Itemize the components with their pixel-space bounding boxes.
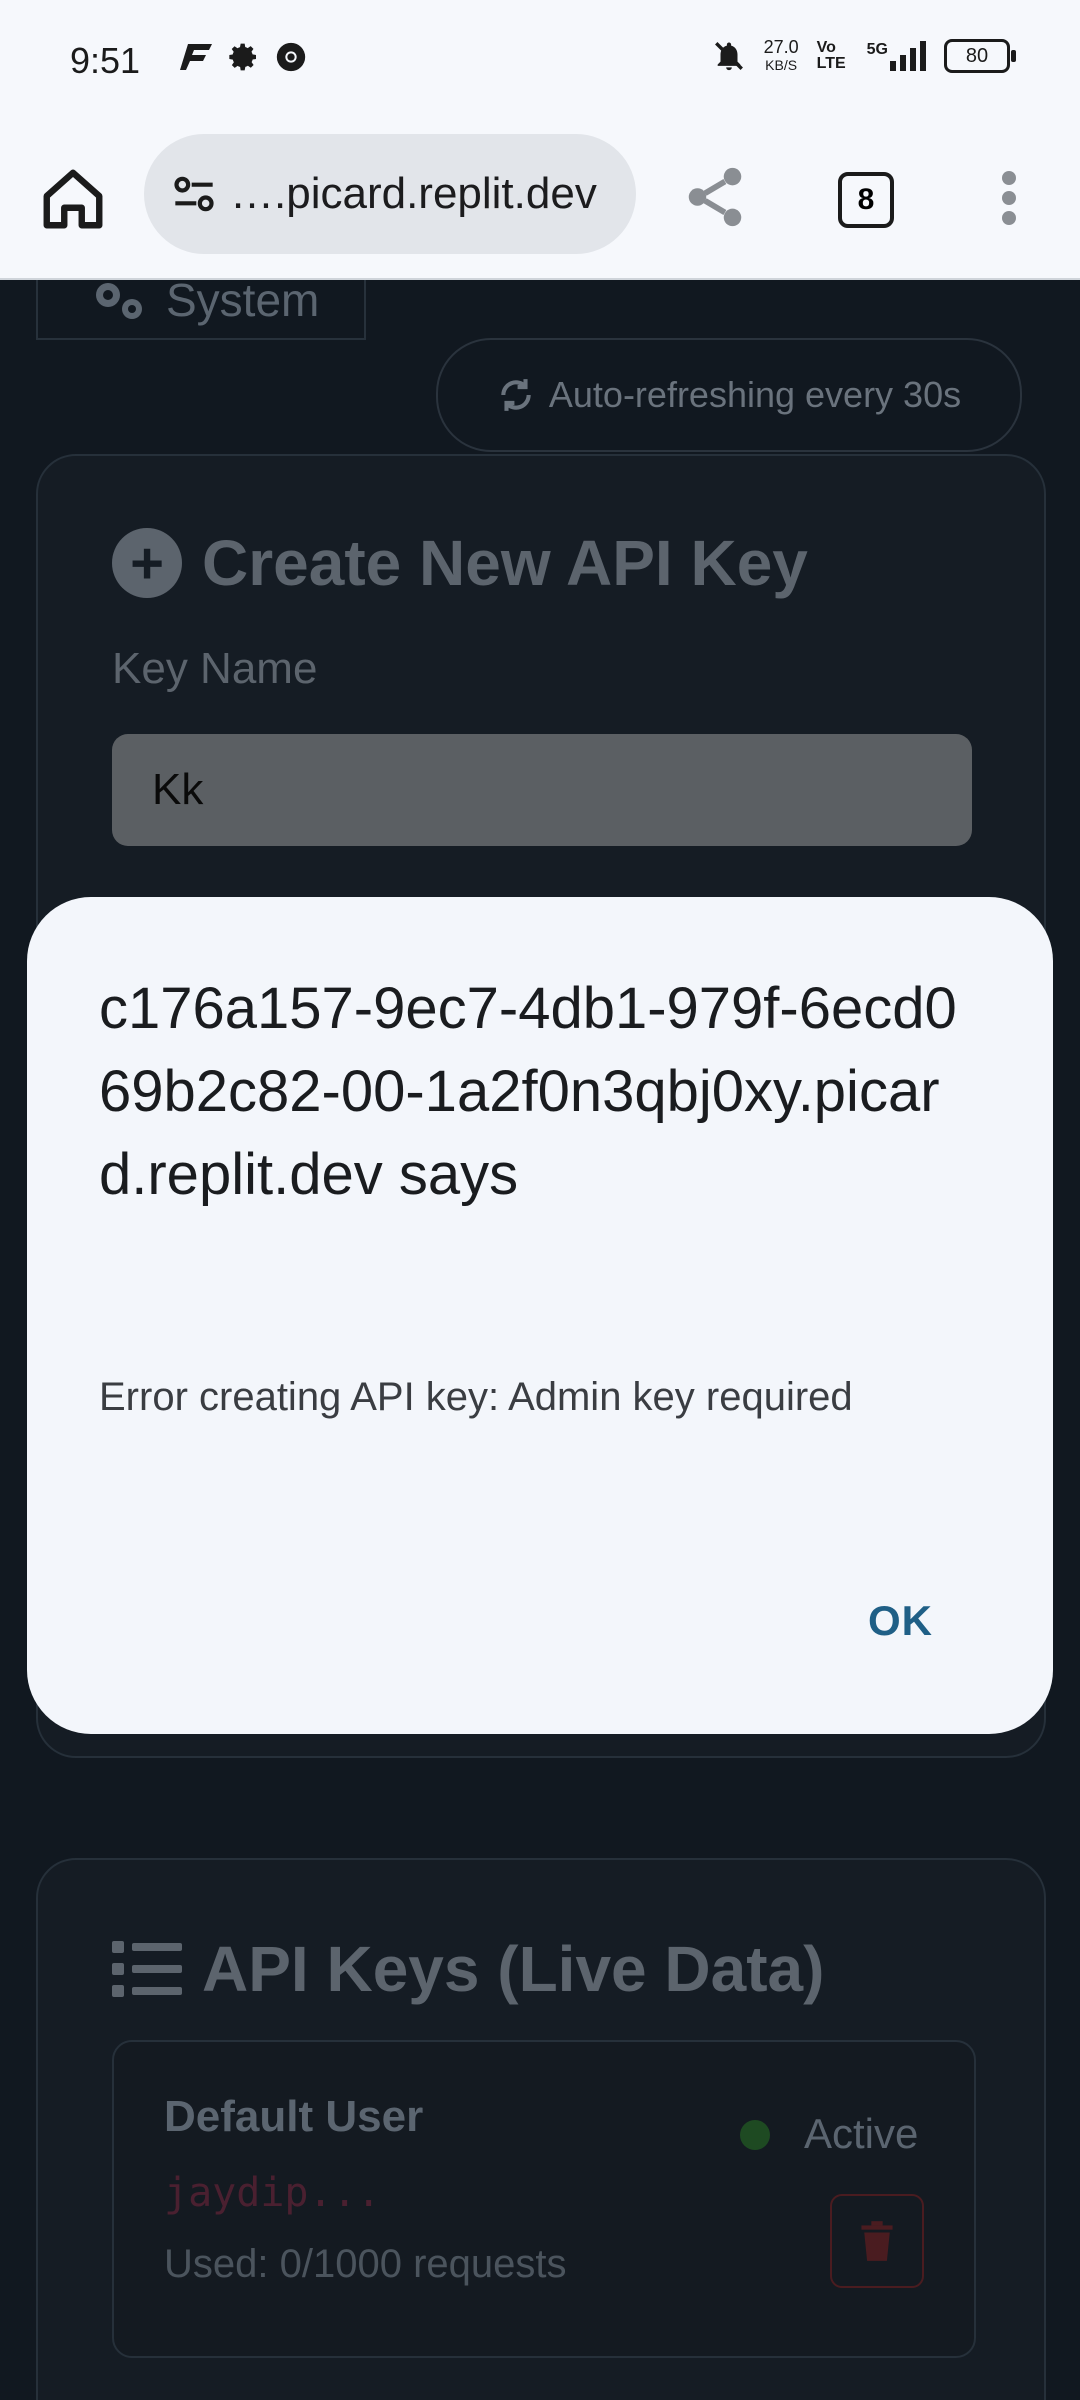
list-item: Default User jaydip... Used: 0/1000 requ… <box>112 2040 976 2358</box>
status-badge: Active <box>804 2110 919 2157</box>
status-bar: 9:51 27.0 KB/S Vo LTE 5G 80 <box>0 0 1080 128</box>
signal-bars-icon <box>890 41 926 71</box>
status-app-icons <box>180 40 308 74</box>
browser-toolbar: ….picard.replit.dev 8 <box>0 128 1080 280</box>
site-settings-icon[interactable] <box>166 166 222 222</box>
status-dot-icon <box>740 2120 770 2150</box>
key-usage: Used: 0/1000 requests <box>164 2242 567 2286</box>
api-keys-title: API Keys (Live Data) <box>112 1932 824 2006</box>
net-speed-value: 27.0 <box>763 37 799 57</box>
dialog-title: c176a157-9ec7-4db1-979f-6ecd069b2c82-00-… <box>99 976 957 1207</box>
delete-key-button[interactable] <box>830 2194 924 2288</box>
create-key-title: + Create New API Key <box>112 526 808 600</box>
chrome-icon <box>276 42 306 72</box>
gear-icon <box>229 43 256 71</box>
key-name-input[interactable]: Kk <box>112 734 972 846</box>
address-bar[interactable]: ….picard.replit.dev <box>144 134 636 254</box>
app-f-icon <box>180 44 212 70</box>
volte-indicator: Vo LTE <box>816 39 846 72</box>
status-time: 9:51 <box>70 40 141 81</box>
tab-switcher-button[interactable]: 8 <box>838 172 894 228</box>
url-text[interactable]: ….picard.replit.dev <box>230 169 610 219</box>
more-options-icon[interactable] <box>994 168 1024 228</box>
home-icon[interactable] <box>38 164 108 234</box>
key-user-name: Default User <box>164 2092 424 2141</box>
tab-system[interactable]: System <box>36 280 366 340</box>
refresh-icon <box>501 379 531 411</box>
plus-circle-icon: + <box>112 528 182 598</box>
share-icon[interactable] <box>680 162 750 232</box>
list-icon <box>112 1941 182 1997</box>
alert-dialog: c176a157-9ec7-4db1-979f-6ecd069b2c82-00-… <box>27 897 1053 1734</box>
auto-refresh-label: Auto-refreshing every 30s <box>548 374 962 415</box>
battery-icon: 80 <box>944 39 1016 73</box>
key-preview: jaydip... <box>164 2170 381 2216</box>
bell-muted-icon <box>714 42 743 71</box>
network-type: 5G <box>866 41 888 58</box>
create-key-title-text: Create New API Key <box>202 527 808 599</box>
trash-icon <box>861 2221 893 2261</box>
network-speed: 27.0 KB/S <box>764 38 799 74</box>
api-keys-card: API Keys (Live Data) Default User jaydip… <box>36 1858 1046 2400</box>
net-speed-unit: KB/S <box>765 57 798 73</box>
ok-button[interactable]: OK <box>848 1587 953 1655</box>
auto-refresh-indicator: Auto-refreshing every 30s <box>436 338 1022 452</box>
gears-icon <box>96 283 142 319</box>
signal-indicator: 5G <box>867 41 926 71</box>
dialog-message: Error creating API key: Admin key requir… <box>99 1375 853 1419</box>
key-name-label: Key Name <box>112 644 318 693</box>
battery-level: 80 <box>965 44 989 67</box>
api-keys-title-text: API Keys (Live Data) <box>202 1933 825 2005</box>
status-system-icons: 27.0 KB/S Vo LTE 5G 80 <box>712 38 1016 74</box>
tab-system-label: System <box>166 280 320 326</box>
